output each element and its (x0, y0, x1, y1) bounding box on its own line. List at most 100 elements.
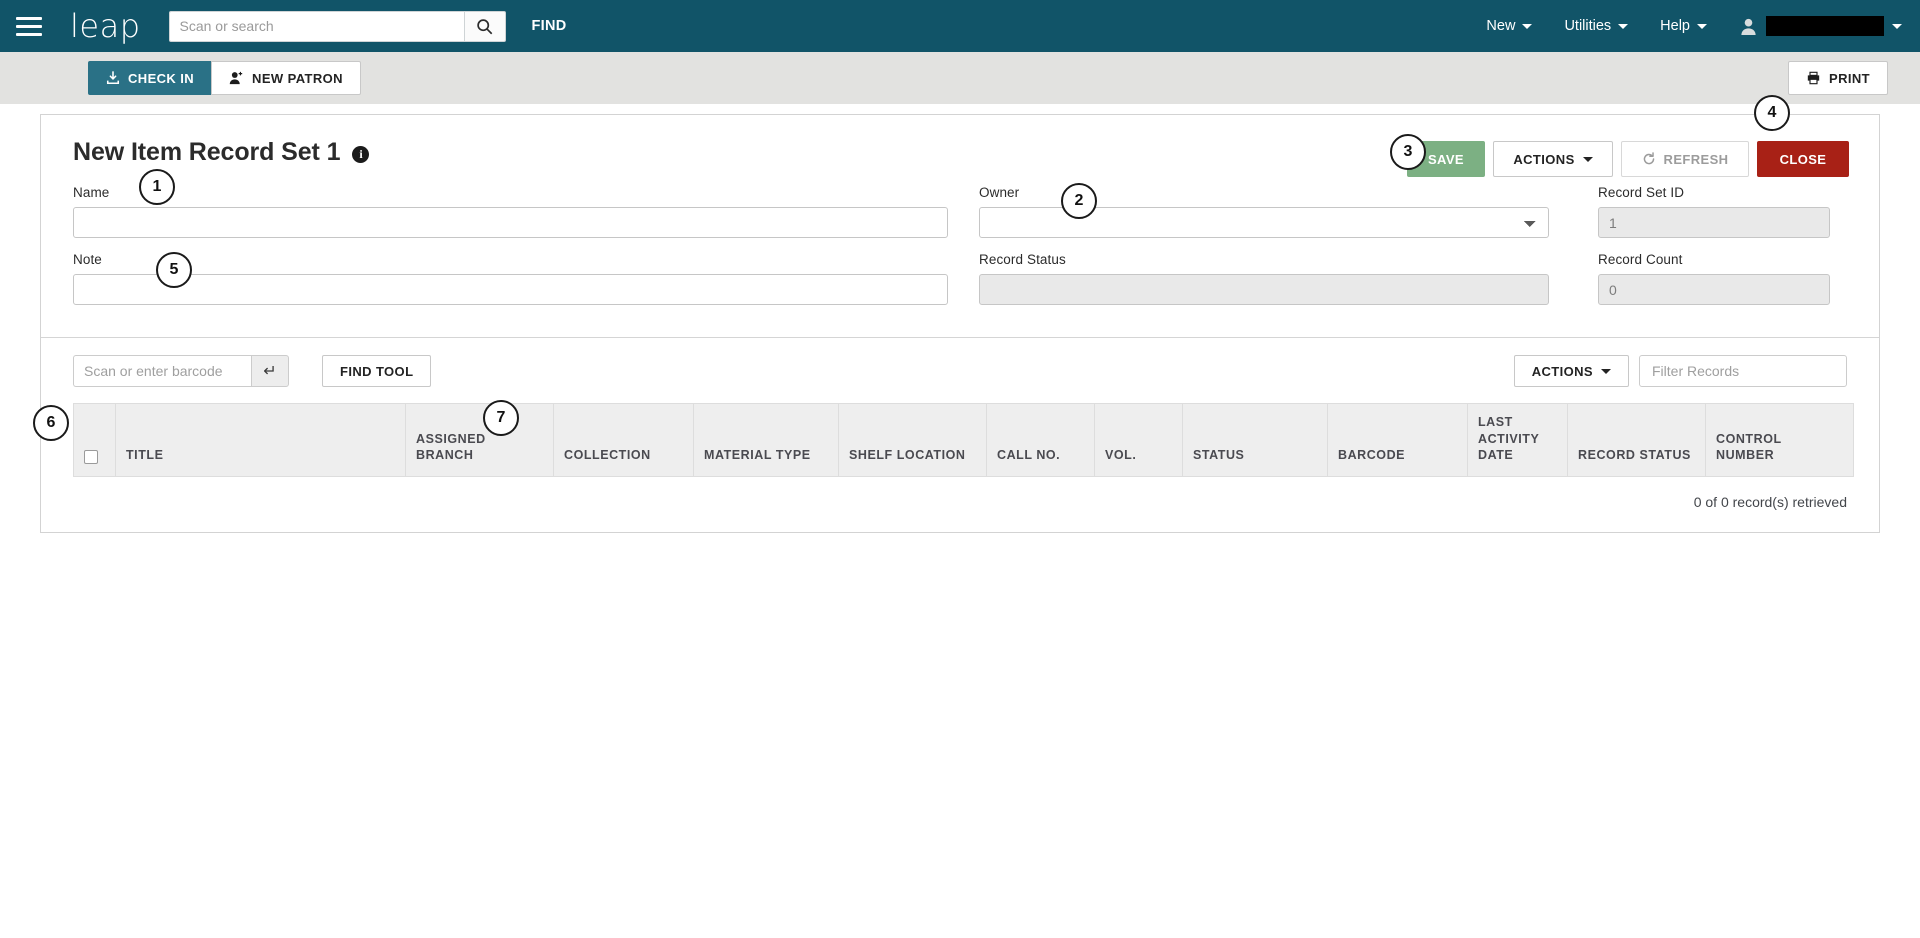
record-set-id-label: Record Set ID (1598, 185, 1685, 200)
search-icon[interactable] (463, 10, 506, 42)
record-set-id-field: Record Set ID (1598, 185, 1847, 238)
column-assigned-branch-label-1: ASSIGNED (416, 431, 486, 446)
column-control-number[interactable]: CONTROL NUMBER (1705, 403, 1854, 477)
record-count-field: Record Count (1598, 252, 1847, 305)
record-count-label: Record Count (1598, 252, 1683, 267)
column-last-activity-date-label-2: ACTIVITY (1478, 431, 1540, 446)
user-icon (1741, 18, 1756, 35)
top-navbar: leap FIND New Utilities Help (0, 0, 1920, 52)
column-shelf-location-label: SHELF LOCATION (849, 448, 966, 463)
column-assigned-branch[interactable]: ASSIGNED BRANCH (405, 403, 554, 477)
records-toolbar-right: ACTIONS (1513, 355, 1847, 387)
column-vol-label: VOL. (1105, 448, 1137, 463)
chevron-down-icon (1618, 23, 1629, 29)
callout-4: 4 (1754, 95, 1790, 131)
name-label: Name (73, 185, 110, 200)
column-call-no[interactable]: CALL NO. (986, 403, 1095, 477)
toolbar-button-group: CHECK IN NEW PATRON (88, 61, 361, 95)
save-label: SAVE (1427, 151, 1465, 167)
print-button[interactable]: PRINT (1788, 61, 1888, 95)
enter-key-icon[interactable]: ↵ (251, 355, 289, 387)
nav-help[interactable]: Help (1644, 18, 1723, 34)
note-input[interactable] (73, 274, 948, 305)
callout-7: 7 (483, 400, 519, 436)
column-collection[interactable]: COLLECTION (553, 403, 694, 477)
page-title-text: New Item Record Set 1 (73, 138, 341, 166)
find-link[interactable]: FIND (532, 18, 567, 34)
find-tool-button[interactable]: FIND TOOL (322, 355, 432, 387)
hamburger-menu-icon[interactable] (12, 11, 46, 41)
records-actions-label: ACTIONS (1531, 363, 1593, 379)
callout-3: 3 (1390, 134, 1426, 170)
column-assigned-branch-label-2: BRANCH (416, 448, 474, 463)
records-table-head: TITLE ASSIGNED BRANCH COLLECTION MATERIA… (73, 403, 1854, 477)
new-patron-button[interactable]: NEW PATRON (211, 61, 361, 95)
panel-header: New Item Record Set 1 i SAVE ACTIONS REF… (41, 115, 1879, 185)
check-in-label: CHECK IN (128, 70, 195, 86)
nav-utilities[interactable]: Utilities (1548, 18, 1644, 34)
chevron-down-icon (1892, 23, 1902, 29)
check-in-icon (106, 71, 120, 85)
name-field: Name (73, 185, 948, 238)
column-record-status-label: RECORD STATUS (1578, 448, 1691, 463)
name-input[interactable] (73, 207, 948, 238)
column-shelf-location[interactable]: SHELF LOCATION (838, 403, 987, 477)
column-barcode-label: BARCODE (1338, 448, 1406, 463)
chevron-down-icon (1601, 368, 1611, 374)
print-label: PRINT (1829, 70, 1870, 86)
note-field: Note (73, 252, 948, 305)
new-patron-label: NEW PATRON (252, 70, 343, 86)
column-material-type[interactable]: MATERIAL TYPE (693, 403, 839, 477)
select-all-header (73, 403, 116, 477)
callout-6: 6 (33, 405, 69, 441)
refresh-label: REFRESH (1663, 151, 1729, 167)
info-icon[interactable]: i (352, 146, 370, 164)
add-patron-icon (229, 71, 243, 85)
record-set-id-input (1598, 207, 1830, 238)
column-call-no-label: CALL NO. (997, 448, 1061, 463)
note-label: Note (73, 252, 102, 267)
refresh-button[interactable]: REFRESH (1621, 141, 1749, 177)
records-actions-button[interactable]: ACTIONS (1513, 355, 1629, 387)
callout-5: 5 (156, 252, 192, 288)
records-retrieved-status: 0 of 0 record(s) retrieved (1693, 493, 1847, 510)
records-table-wrap: TITLE ASSIGNED BRANCH COLLECTION MATERIA… (41, 403, 1879, 477)
find-tool-label: FIND TOOL (340, 363, 414, 379)
record-actions-label: ACTIONS (1513, 151, 1575, 167)
filter-records-input[interactable] (1639, 355, 1847, 387)
column-last-activity-date-label-3: DATE (1478, 448, 1514, 463)
user-menu[interactable] (1723, 16, 1910, 36)
column-record-status[interactable]: RECORD STATUS (1567, 403, 1706, 477)
close-label: CLOSE (1779, 151, 1827, 167)
column-collection-label: COLLECTION (564, 448, 651, 463)
record-actions-button[interactable]: ACTIONS (1493, 141, 1613, 177)
form-column-right: Record Set ID Record Count (1598, 185, 1847, 319)
action-toolbar: CHECK IN NEW PATRON PRINT (0, 52, 1920, 104)
close-button[interactable]: CLOSE (1757, 141, 1849, 177)
column-vol[interactable]: VOL. (1094, 403, 1183, 477)
column-barcode[interactable]: BARCODE (1327, 403, 1468, 477)
search-input[interactable] (168, 10, 464, 42)
check-in-button[interactable]: CHECK IN (88, 61, 213, 95)
navbar-right: New Utilities Help (1470, 16, 1910, 36)
chevron-down-icon (1582, 156, 1593, 162)
column-control-number-label-1: CONTROL (1716, 431, 1782, 446)
nav-utilities-label: Utilities (1564, 18, 1612, 34)
records-header-row: TITLE ASSIGNED BRANCH COLLECTION MATERIA… (73, 403, 1854, 477)
page-title: New Item Record Set 1 i (73, 138, 370, 167)
nav-new[interactable]: New (1470, 18, 1548, 34)
column-title[interactable]: TITLE (115, 403, 406, 477)
printer-icon (1807, 71, 1820, 85)
barcode-input[interactable] (73, 355, 251, 387)
column-last-activity-date[interactable]: LAST ACTIVITY DATE (1467, 403, 1568, 477)
record-set-panel: 1 2 3 4 5 6 7 New Item Record Set 1 i SA… (33, 95, 1880, 533)
select-all-checkbox[interactable] (84, 449, 98, 464)
app-logo[interactable]: leap (70, 10, 141, 42)
chevron-down-icon (1522, 23, 1533, 29)
record-set-form: Name Note Owner Record Status Record Set… (41, 185, 1879, 337)
column-status[interactable]: STATUS (1182, 403, 1328, 477)
column-status-label: STATUS (1193, 448, 1245, 463)
record-status-label: Record Status (979, 252, 1066, 267)
chevron-down-icon (1697, 23, 1707, 29)
record-count-input (1598, 274, 1830, 305)
